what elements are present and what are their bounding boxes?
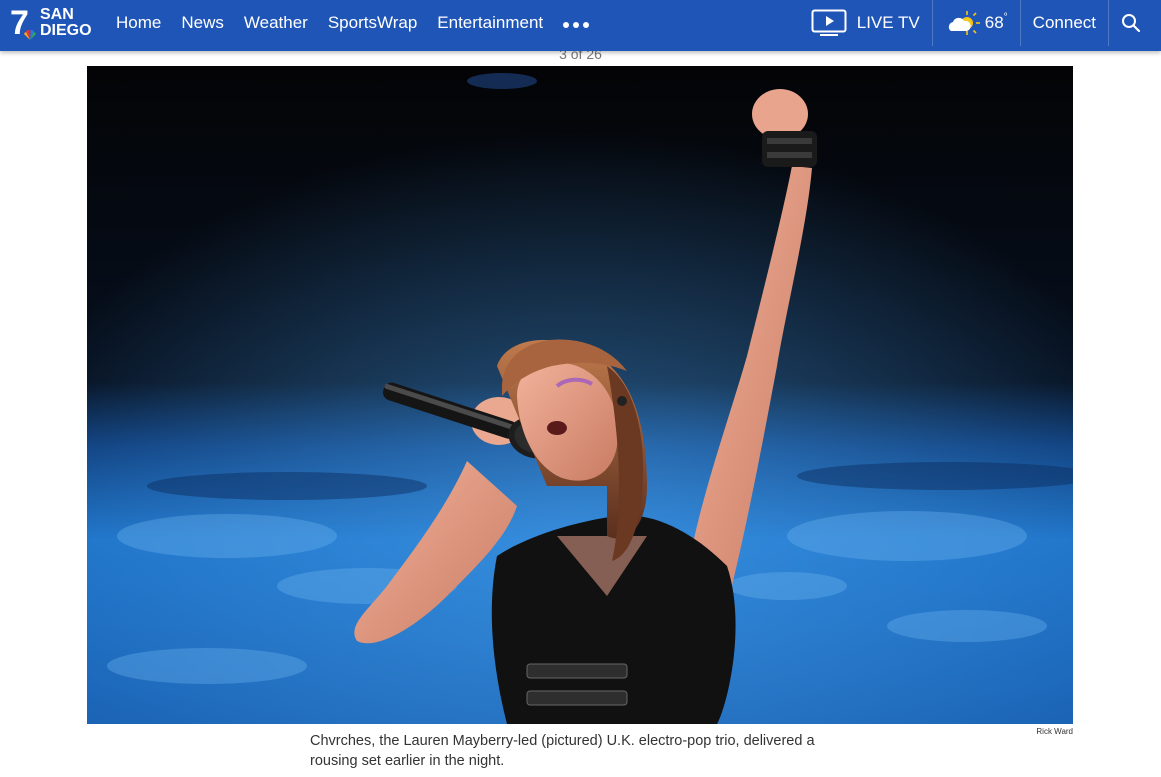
nav-entertainment[interactable]: Entertainment <box>437 13 543 33</box>
photo-caption: Chvrches, the Lauren Mayberry-led (pictu… <box>310 733 815 769</box>
tv-play-icon <box>811 9 847 36</box>
gallery-photo[interactable] <box>87 66 1073 724</box>
weather-button[interactable]: 68 ° <box>931 0 1020 46</box>
peacock-icon <box>24 30 36 40</box>
degree-symbol: ° <box>1003 11 1008 23</box>
nav-sportswrap[interactable]: SportsWrap <box>328 13 417 33</box>
concert-singer-image <box>87 66 1073 724</box>
logo-line-2: DIEGO <box>40 22 92 39</box>
live-tv-button[interactable]: LIVE TV <box>811 0 932 46</box>
connect-label: Connect <box>1032 13 1096 32</box>
photo-credit: Rick Ward <box>1036 727 1073 736</box>
more-horizontal-icon[interactable] <box>563 22 590 28</box>
header-tools: LIVE TV 68 ° Connect <box>811 0 1161 46</box>
site-header: 7 SAN DIEGO Home News Weather SportsWrap… <box>0 0 1161 51</box>
logo-line-1: SAN <box>40 6 74 23</box>
weather-temperature: 68 <box>984 13 1004 32</box>
nav-weather[interactable]: Weather <box>244 13 308 33</box>
logo-wordmark: SAN DIEGO <box>40 7 100 39</box>
nav-home[interactable]: Home <box>116 13 161 33</box>
nav-news[interactable]: News <box>181 13 224 33</box>
live-tv-label: LIVE TV <box>856 13 920 32</box>
search-icon <box>1122 14 1141 33</box>
partly-cloudy-icon <box>948 11 980 35</box>
connect-button[interactable]: Connect <box>1019 0 1108 46</box>
nbc-7-san-diego-logo[interactable]: 7 SAN DIEGO <box>10 4 100 42</box>
search-button[interactable] <box>1108 0 1161 46</box>
main-nav: Home News Weather SportsWrap Entertainme… <box>116 0 590 46</box>
